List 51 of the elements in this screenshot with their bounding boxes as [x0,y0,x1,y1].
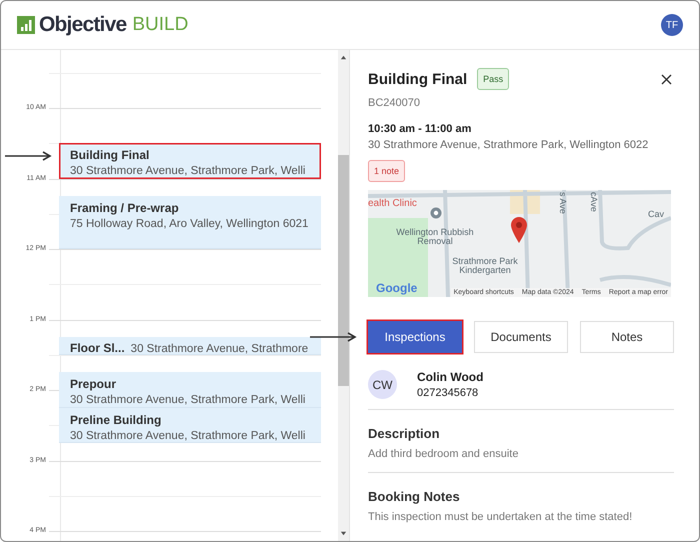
reference-number: BC240070 [368,97,421,109]
scroll-up-icon[interactable] [340,54,347,61]
event-address: 75 Holloway Road, Aro Valley, Wellington 6021 [70,218,308,230]
notes-badge: 1 note [368,160,406,182]
event-address: 30 Strathmore Avenue, Strathmore Park, Welli [70,394,306,406]
tab[interactable]: Inspections [368,321,462,353]
logo-wordmark: Objective [39,13,126,37]
calendar-event[interactable]: Preline Building 30 Strathmore Avenue, Strathmore Park, Welli [59,408,321,443]
section-text: This inspection must be undertaken at the time stated! [368,511,634,523]
section-heading: Description [368,426,441,441]
event-address: 30 Strathmore Avenue, Strathmore Park, Welli [70,430,306,442]
arrow-icon [5,151,51,162]
map-place-label: Cav [648,210,664,220]
close-button[interactable] [659,72,674,86]
scroll-down-icon[interactable] [340,530,347,537]
map-place-label: Strathmore Park Kindergarten [451,257,519,276]
map-place-label: Wellington Rubbish Removal [395,228,475,247]
scrollbar[interactable] [338,50,349,541]
event-address: 30 Strathmore Avenue, Strathmore Park, Welli [70,165,306,178]
bar-chart-logo-icon [17,16,35,34]
user-avatar[interactable]: TF [661,14,683,36]
status-badge: Pass [477,68,510,90]
scrollbar-thumb[interactable] [338,155,349,386]
location-marker-icon [430,207,442,221]
contact-phone: 0272345678 [417,387,480,399]
inspection-address: 30 Strathmore Avenue, Strathmore Park, Wellington 6022 [368,139,650,151]
event-title: Framing / Pre-wrap [70,201,179,216]
calendar-event[interactable]: Floor Sl... 30 Strathmore Avenue, Strathmore [59,337,321,355]
section-heading: Booking Notes [368,489,461,504]
close-icon [661,74,672,84]
arrow-icon [310,332,356,342]
map-place-label: s Ave [558,192,567,214]
map-place-label: cAve [588,192,598,212]
tab[interactable]: Documents [474,321,568,353]
calendar-event[interactable]: Framing / Pre-wrap 75 Holloway Road, Aro Valley, Wellington 6021 [59,196,321,249]
map-place-label: ealth Clinic [368,199,417,210]
tab[interactable]: Notes [580,321,674,353]
event-title: Building Final [70,148,150,162]
map-pin-icon [511,217,527,243]
contact-name: Colin Wood [417,370,484,384]
section-text: Add third bedroom and ensuite [368,448,520,460]
map-provider-logo: Google [376,282,418,295]
event-address: 30 Strathmore Avenue, Strathmore [130,343,308,356]
calendar-event[interactable]: Prepour 30 Strathmore Avenue, Strathmore Park, Welli [59,372,321,408]
event-title: Prepour [70,377,116,392]
logo-product-name: BUILD [132,14,188,36]
inspection-title: Building Final [368,70,468,88]
time-range: 10:30 am - 11:00 am [368,123,472,135]
event-title: Preline Building [70,412,162,427]
event-title: Floor Sl... [70,341,125,356]
contact-avatar: CW [368,370,397,399]
